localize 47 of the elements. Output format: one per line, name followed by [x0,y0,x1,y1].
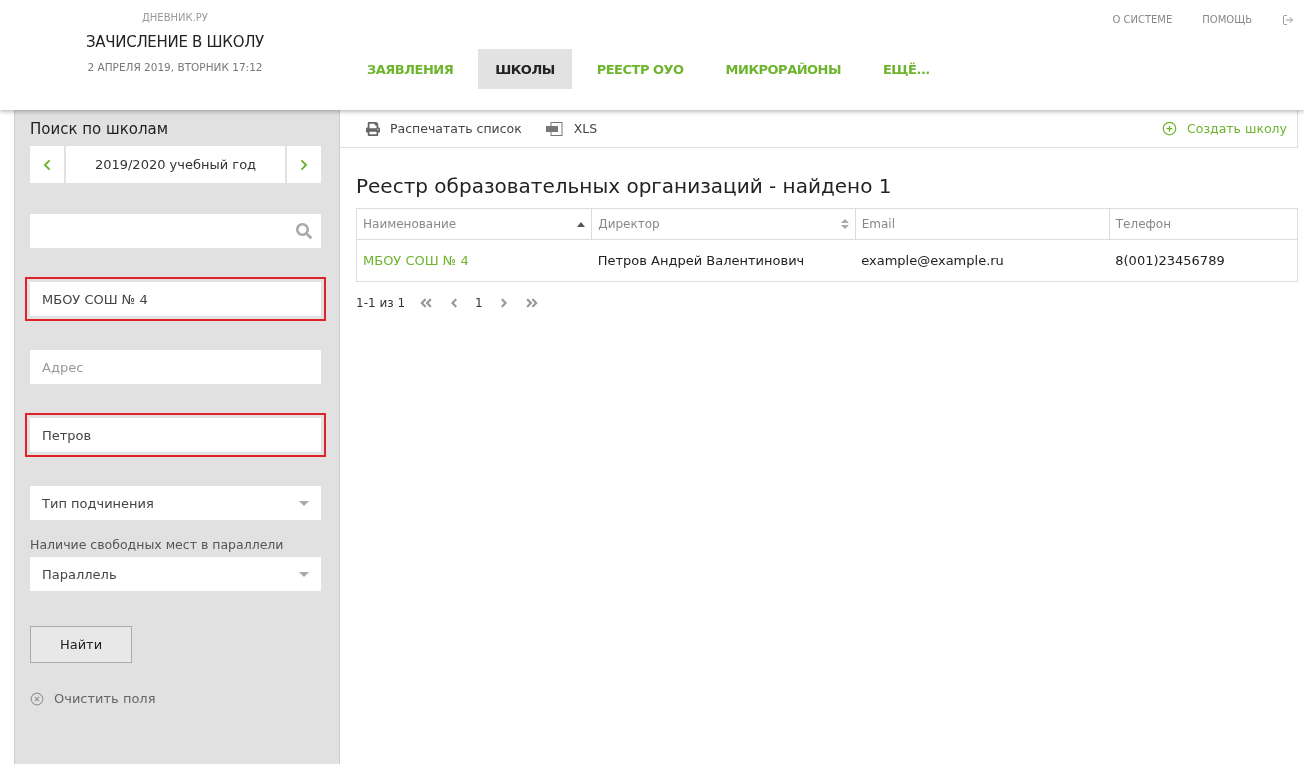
top-link[interactable]: ПОМОЩЬ [1202,14,1252,25]
create-school-link[interactable]: Создать школу [1162,121,1287,136]
next-year-button[interactable] [287,146,321,183]
date-time: 2 АПРЕЛЯ 2019, ВТОРНИК 17:12 [87,61,263,73]
chevron-left-icon [41,158,53,171]
column-header[interactable]: Телефон [1109,208,1298,240]
nav-tab[interactable]: РЕЕСТР ОУО [579,49,701,89]
brand-name: ДНЕВНИК.РУ [142,12,208,23]
xls-export-link[interactable]: XLS [545,121,598,136]
sidebar-title: Поиск по школам [30,120,170,138]
nav-tab[interactable]: ШКОЛЫ [478,49,572,89]
column-header[interactable]: Директор [591,208,856,240]
app-title: ЗАЧИСЛЕНИЕ В ШКОЛУ [86,33,264,51]
previous-year-button[interactable] [30,146,64,183]
close-icon [30,691,44,706]
logout-icon[interactable] [1282,14,1294,26]
nav-tab[interactable]: ЗАЯВЛЕНИЯ [350,49,471,89]
school-year: 2019/2020 учебный год [66,146,285,183]
input-field[interactable]: Петров [25,413,326,457]
spreadsheet-file-icon [545,121,564,136]
chevron-right-icon [298,158,310,171]
input-field[interactable]: МБОУ СОШ № 4 [25,277,326,321]
table-cell: example@example.ru [855,239,1110,282]
sort-ascending-icon[interactable] [577,221,586,227]
caret-icon [299,571,309,577]
sort-icon[interactable] [840,219,849,229]
nav-tab[interactable]: МИКРОРАЙОНЫ [708,49,858,89]
page-heading: Реестр образовательных организаций - найдено 1 [356,174,893,198]
column-header[interactable]: Email [855,208,1110,240]
table-cell: 8(001)23456789 [1109,239,1298,282]
nav-tab[interactable]: ЕЩЁ... [866,49,947,89]
page-range: 1-1 из 1 [356,296,406,310]
field-label: Наличие свободных мест в параллели [30,537,285,552]
find-button[interactable]: Найти [30,626,132,663]
search-icon [296,223,312,239]
printer-icon [366,121,380,136]
print-list-link[interactable]: Распечатать список [366,121,522,136]
column-header[interactable]: Наименование [356,208,592,240]
plus-icon [1162,121,1177,136]
school-link[interactable]: МБОУ СОШ № 4 [363,253,469,268]
clear-fields-link[interactable]: Очистить поля [30,691,321,706]
page-number[interactable]: 1 [475,296,483,310]
last-page-icon[interactable] [524,296,539,310]
table-cell: Петров Андрей Валентинович [591,239,856,282]
top-link[interactable]: О СИСТЕМЕ [1112,14,1173,25]
caret-icon [299,500,309,506]
first-page-icon[interactable] [419,296,434,310]
